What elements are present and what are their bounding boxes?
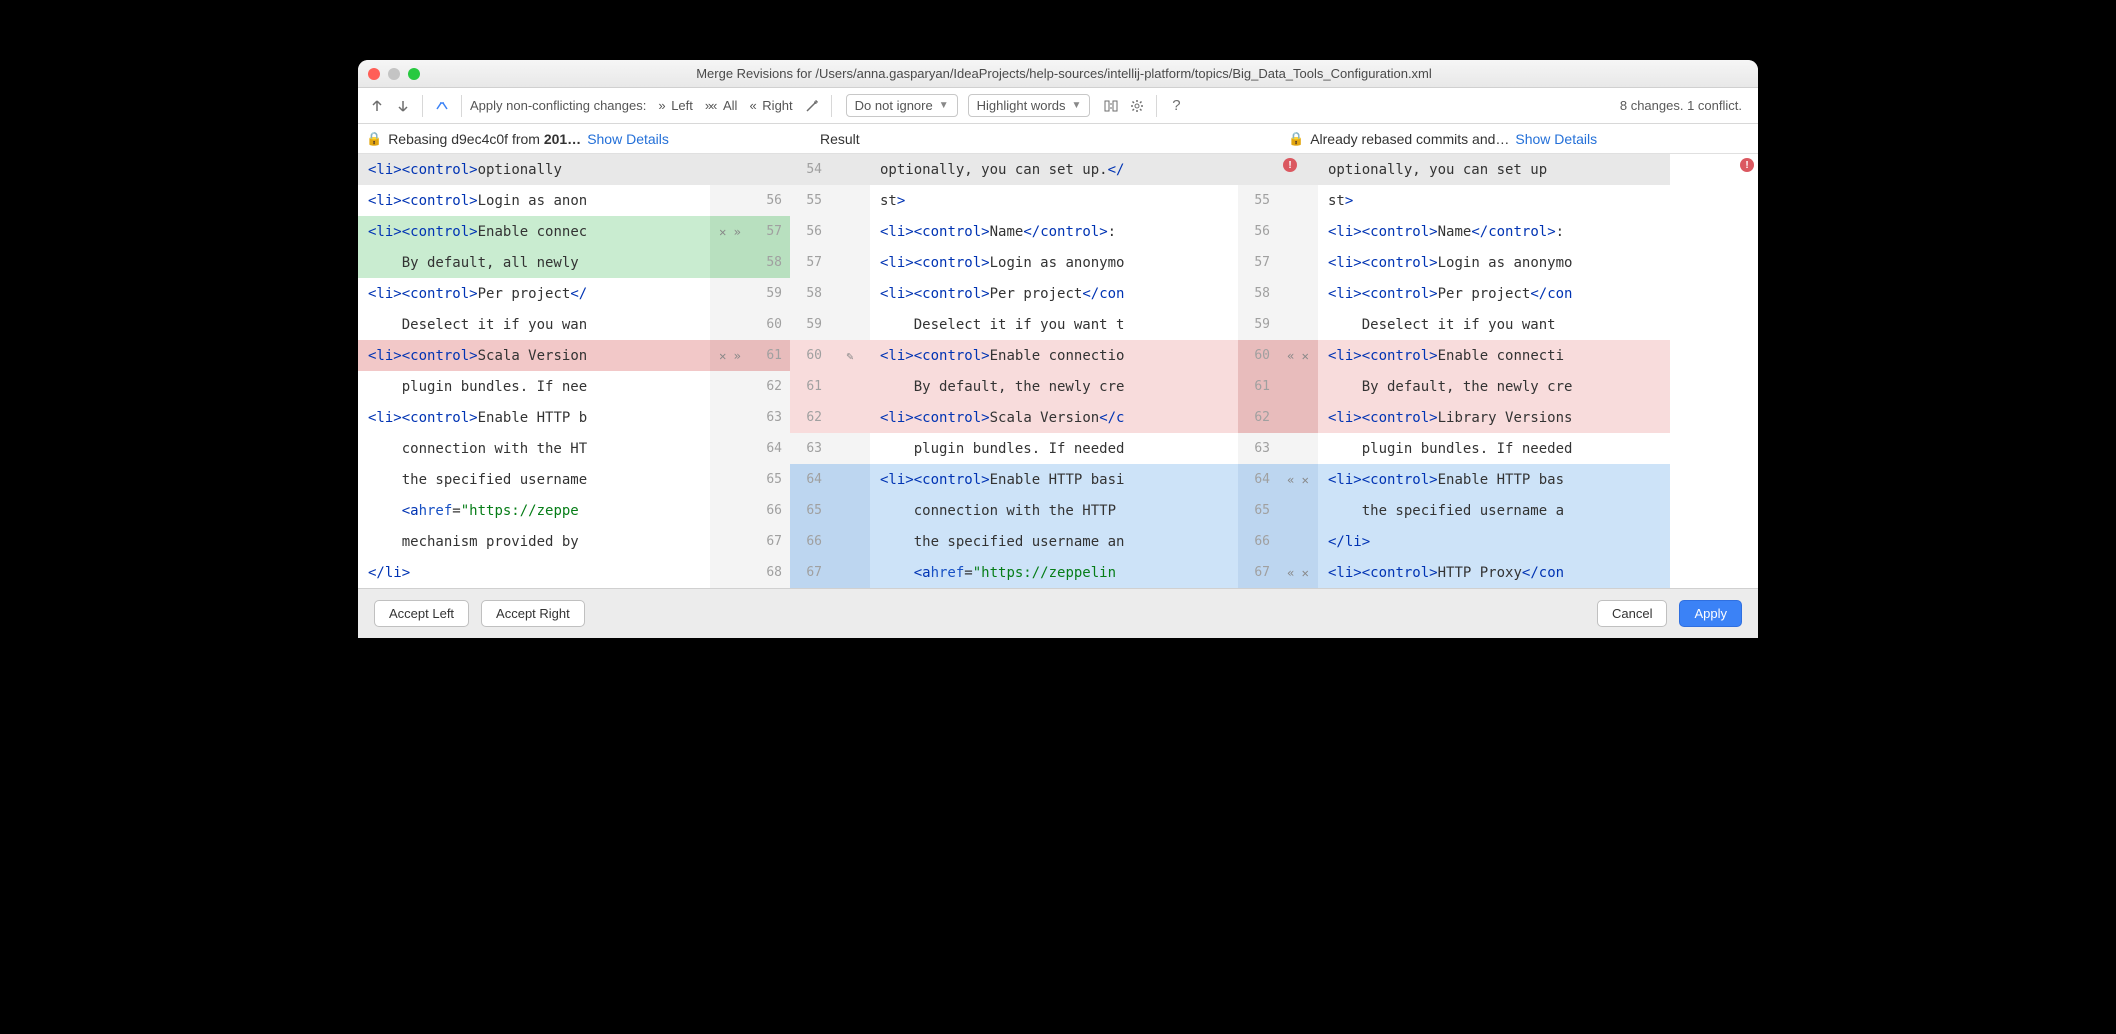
- right-line-gutter: 55565758596061626364656667: [1238, 154, 1278, 588]
- pane-headers: 🔒 Rebasing d9ec4c0f from 201… Show Detai…: [358, 124, 1758, 154]
- apply-button[interactable]: Apply: [1679, 600, 1742, 627]
- window-controls: [368, 68, 420, 80]
- result-pane-header: Result: [790, 131, 1278, 147]
- gear-icon[interactable]: [1126, 95, 1148, 117]
- cancel-button[interactable]: Cancel: [1597, 600, 1667, 627]
- magic-resolve-icon[interactable]: [801, 95, 823, 117]
- lock-icon: 🔒: [1288, 131, 1304, 147]
- apply-all-button[interactable]: »« All: [701, 96, 742, 115]
- error-icon[interactable]: !: [1740, 158, 1754, 172]
- error-icon[interactable]: !: [1283, 158, 1297, 172]
- merge-dialog: Merge Revisions for /Users/anna.gasparya…: [358, 60, 1758, 638]
- apply-right-button[interactable]: « Right: [745, 96, 796, 115]
- right-pane-header: 🔒 Already rebased commits and… Show Deta…: [1278, 131, 1758, 147]
- diff-view: ! ! ! <li><control>optionally<li><contro…: [358, 154, 1758, 588]
- accept-right-button[interactable]: Accept Right: [481, 600, 585, 627]
- accept-left-button[interactable]: Accept Left: [374, 600, 469, 627]
- lock-icon: 🔒: [366, 131, 382, 147]
- left-action-gutter[interactable]: ✕ »✕ »: [710, 154, 750, 588]
- apply-left-button[interactable]: » Left: [654, 96, 697, 115]
- compare-icon[interactable]: [431, 95, 453, 117]
- show-details-link[interactable]: Show Details: [1515, 131, 1597, 147]
- close-icon[interactable]: [368, 68, 380, 80]
- minimize-icon[interactable]: [388, 68, 400, 80]
- apply-label: Apply non-conflicting changes:: [470, 98, 646, 113]
- left-line-gutter: 56575859606162636465666768: [750, 154, 790, 588]
- show-details-link[interactable]: Show Details: [587, 131, 669, 147]
- zoom-icon[interactable]: [408, 68, 420, 80]
- highlight-dropdown[interactable]: Highlight words▼: [968, 94, 1091, 117]
- changes-status: 8 changes. 1 conflict.: [1620, 98, 1750, 113]
- mid-line-gutter: 5455565758596061626364656667: [790, 154, 830, 588]
- left-code-pane[interactable]: <li><control>optionally<li><control>Logi…: [358, 154, 710, 588]
- sync-scroll-icon[interactable]: [1100, 95, 1122, 117]
- ignore-dropdown[interactable]: Do not ignore▼: [846, 94, 958, 117]
- toolbar: Apply non-conflicting changes: » Left »«…: [358, 88, 1758, 124]
- next-change-icon[interactable]: [392, 95, 414, 117]
- mid-action-gutter[interactable]: ✎: [830, 154, 870, 588]
- result-code-pane[interactable]: optionally, you can set up.</st><li><con…: [870, 154, 1238, 588]
- right-code-pane[interactable]: optionally, you can set upst><li><contro…: [1318, 154, 1670, 588]
- left-pane-header: 🔒 Rebasing d9ec4c0f from 201… Show Detai…: [358, 131, 790, 147]
- right-action-gutter[interactable]: « ✕« ✕« ✕: [1278, 154, 1318, 588]
- titlebar[interactable]: Merge Revisions for /Users/anna.gasparya…: [358, 60, 1758, 88]
- footer: Accept Left Accept Right Cancel Apply: [358, 588, 1758, 638]
- window-title: Merge Revisions for /Users/anna.gasparya…: [420, 66, 1748, 81]
- prev-change-icon[interactable]: [366, 95, 388, 117]
- help-icon[interactable]: ?: [1165, 95, 1187, 117]
